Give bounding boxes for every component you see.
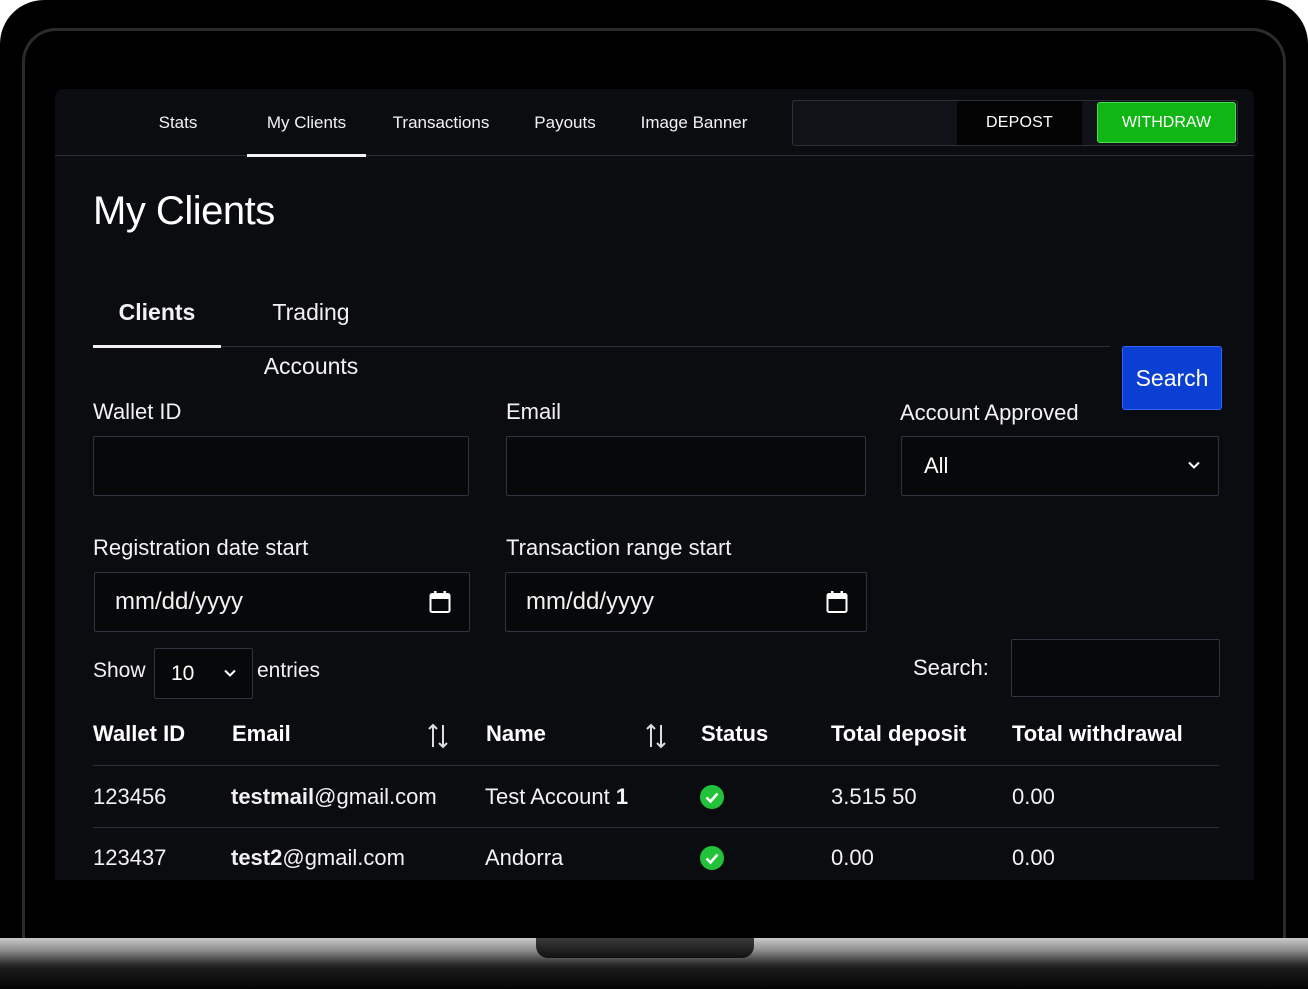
wallet-id-input[interactable] [93,436,469,496]
table-search-input[interactable] [1011,639,1220,697]
cell-total-deposit: 0.00 [831,845,874,870]
app-screen: Stats My Clients Transactions Payouts Im… [55,89,1254,880]
entries-label: entries [257,659,321,682]
nav-item-payouts[interactable]: Payouts [525,89,605,156]
cell-name-text: Test Account [485,784,616,809]
page-title: My Clients [93,189,275,233]
top-nav: Stats My Clients Transactions Payouts Im… [55,89,1254,157]
calendar-icon[interactable] [429,590,451,614]
table-header-divider [93,765,1219,766]
cell-total-withdrawal: 0.00 [1012,845,1055,870]
sort-icon[interactable] [427,722,449,750]
column-header-wallet-id[interactable]: Wallet ID [93,721,185,747]
cell-name-number: 1 [615,784,629,809]
cell-email-user: testmail [231,784,315,809]
cell-email: test2@gmail.com [231,845,405,871]
registration-date-placeholder: mm/dd/yyyy [115,588,244,615]
calendar-icon[interactable] [826,590,848,614]
cell-email: testmail@gmail.com [231,784,437,810]
tab-clients[interactable]: Clients [93,285,221,348]
wallet-id-label: Wallet ID [93,399,182,424]
show-label: Show [93,659,146,682]
cell-name: Andorra [485,845,563,871]
check-circle-icon [700,785,724,809]
transaction-range-start-input[interactable]: mm/dd/yyyy [505,572,867,632]
cell-total-withdrawal: 0.00 [1012,784,1055,809]
check-circle-icon [700,846,724,870]
registration-date-start-label: Registration date start [93,535,309,560]
column-header-total-withdrawal[interactable]: Total withdrawal [1012,721,1183,747]
nav-item-transactions[interactable]: Transactions [385,89,497,156]
search-button[interactable]: Search [1122,346,1222,410]
deposit-button[interactable]: DEPOST [957,101,1082,145]
transaction-range-placeholder: mm/dd/yyyy [526,588,655,615]
cell-email-user: test2 [231,845,283,870]
registration-date-start-input[interactable]: mm/dd/yyyy [94,572,470,632]
email-label: Email [506,399,562,424]
nav-actions: DEPOST WITHDRAW [792,100,1238,146]
cell-email-domain: @gmail.com [282,845,405,870]
cell-wallet-id: 123437 [93,845,167,870]
chevron-down-icon [224,669,236,677]
email-input[interactable] [506,436,866,496]
laptop-notch [536,938,754,958]
nav-item-stats[interactable]: Stats [139,89,217,156]
cell-wallet-id: 123456 [93,784,167,809]
transaction-range-start-label: Transaction range start [506,535,732,560]
column-header-email[interactable]: Email [232,721,291,747]
cell-name: Test Account 1 [485,784,628,810]
tabs: Clients Trading Accounts [93,285,1110,379]
cell-name-text: Andorra [485,845,564,870]
table-search-label: Search: [913,655,989,680]
sort-icon[interactable] [645,722,667,750]
entries-value: 10 [171,662,195,685]
account-approved-select[interactable]: All [901,436,1219,496]
column-header-total-deposit[interactable]: Total deposit [831,721,966,747]
table-row-divider [93,827,1219,828]
withdraw-button[interactable]: WITHDRAW [1097,102,1236,143]
laptop-foot [0,968,1308,989]
column-header-name[interactable]: Name [486,721,546,747]
tab-trading-accounts[interactable]: Trading Accounts [231,285,391,379]
nav-item-image-banner[interactable]: Image Banner [635,89,753,156]
entries-select[interactable]: 10 [154,648,253,699]
account-approved-label: Account Approved [900,400,1079,425]
cell-total-deposit: 3.515 50 [831,784,917,809]
nav-item-my-clients[interactable]: My Clients [247,89,366,157]
column-header-status[interactable]: Status [701,721,768,747]
chevron-down-icon [1188,461,1200,469]
cell-email-domain: @gmail.com [314,784,437,809]
account-approved-value: All [924,453,949,478]
